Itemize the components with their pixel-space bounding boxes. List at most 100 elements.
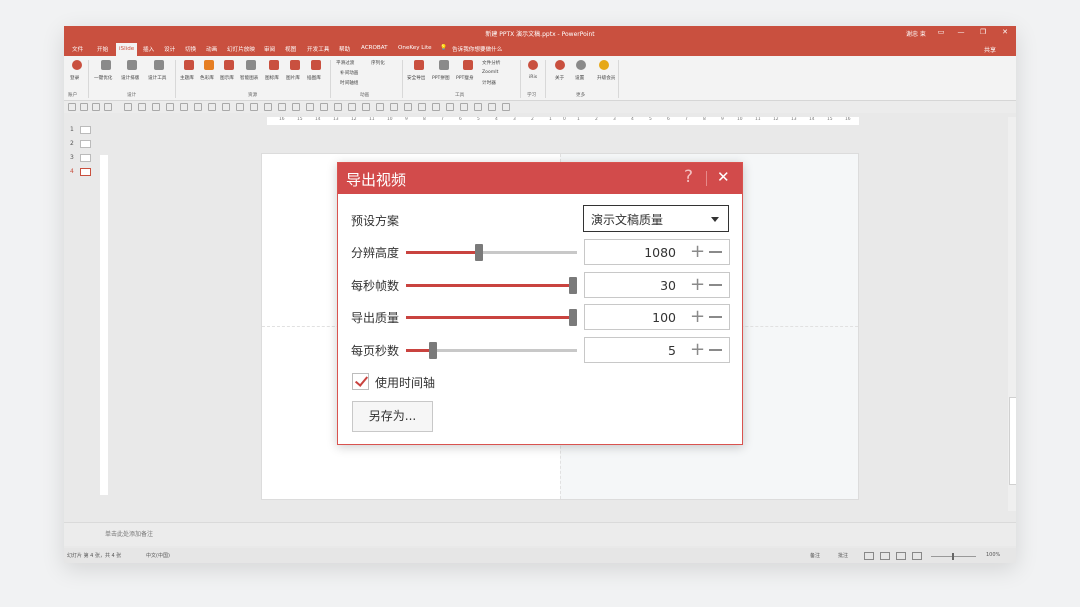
close-window-icon[interactable]: ✕ <box>998 28 1012 36</box>
slider-handle[interactable] <box>569 309 577 326</box>
toolbar-icon[interactable] <box>250 103 258 111</box>
toolbar-icon[interactable] <box>208 103 216 111</box>
tab-acrobat[interactable]: ACROBAT <box>361 45 388 51</box>
iris-icon[interactable] <box>528 60 538 70</box>
share-button[interactable]: 共享 <box>984 45 996 54</box>
ppt-collage-label[interactable]: PPT拼图 <box>432 75 450 81</box>
settings-label[interactable]: 设置 <box>575 75 584 81</box>
slide-sorter-icon[interactable] <box>880 552 890 560</box>
fps-stepper[interactable]: 30 + <box>584 272 730 298</box>
tab-slideshow[interactable]: 幻灯片放映 <box>227 45 255 53</box>
slide-thumbnail[interactable] <box>80 154 91 162</box>
resolution-slider[interactable] <box>406 244 577 261</box>
use-timeline-checkbox[interactable] <box>352 373 369 390</box>
seconds-per-slide-slider[interactable] <box>406 342 577 359</box>
zoom-slider-thumb[interactable] <box>952 553 954 560</box>
minimize-icon[interactable]: — <box>954 28 968 36</box>
zoomit-button[interactable]: ZoomIt <box>482 70 498 75</box>
slider-handle[interactable] <box>475 244 483 261</box>
toolbar-icon[interactable] <box>236 103 244 111</box>
diagram-library-label[interactable]: 图示库 <box>220 75 234 81</box>
slider-handle[interactable] <box>429 342 437 359</box>
restore-icon[interactable]: ❐ <box>976 28 990 36</box>
smooth-transition-button[interactable]: 平滑过渡 <box>336 60 354 66</box>
tab-transitions[interactable]: 切换 <box>185 45 196 53</box>
slideshow-icon[interactable] <box>912 552 922 560</box>
minus-icon[interactable] <box>709 251 722 253</box>
fps-slider[interactable] <box>406 277 577 294</box>
design-tools-label[interactable]: 设计工具 <box>148 75 166 81</box>
tab-help[interactable]: 帮助 <box>339 45 350 53</box>
toolbar-icon[interactable] <box>320 103 328 111</box>
plus-icon[interactable]: + <box>690 241 705 262</box>
tab-view[interactable]: 视图 <box>285 45 296 53</box>
toolbar-icon[interactable] <box>306 103 314 111</box>
iris-label[interactable]: iRis <box>529 75 537 80</box>
toolbar-icon[interactable] <box>474 103 482 111</box>
slide-thumbnail-selected[interactable] <box>80 168 91 176</box>
toolbar-icon[interactable] <box>138 103 146 111</box>
ppt-slim-icon[interactable] <box>463 60 473 70</box>
fps-value[interactable]: 30 <box>660 278 676 293</box>
theme-library-label[interactable]: 主题库 <box>180 75 194 81</box>
layout-icon[interactable] <box>127 60 137 70</box>
toolbar-icon[interactable] <box>376 103 384 111</box>
safe-export-label[interactable]: 安全导出 <box>407 75 425 81</box>
plus-icon[interactable]: + <box>690 339 705 360</box>
layout-label[interactable]: 设计排版 <box>121 75 139 81</box>
reading-view-icon[interactable] <box>896 552 906 560</box>
language-indicator[interactable]: 中文(中国) <box>146 552 170 559</box>
color-library-icon[interactable] <box>204 60 214 70</box>
tell-me-search[interactable]: 告诉我你想要做什么 <box>452 45 502 53</box>
ribbon-display-icon[interactable]: ▭ <box>934 28 948 36</box>
upgrade-label[interactable]: 升级会员 <box>597 75 615 81</box>
slide-thumbnail[interactable] <box>80 126 91 134</box>
comments-toggle[interactable]: 批注 <box>838 552 848 559</box>
ppt-slim-label[interactable]: PPT瘦身 <box>456 75 474 81</box>
help-icon[interactable]: ? <box>684 167 693 187</box>
close-icon[interactable]: ✕ <box>717 168 730 186</box>
toolbar-icon[interactable] <box>278 103 286 111</box>
theme-library-icon[interactable] <box>184 60 194 70</box>
scrollbar-thumb[interactable] <box>1009 397 1016 485</box>
ppt-collage-icon[interactable] <box>439 60 449 70</box>
slide-thumbnail[interactable] <box>80 140 91 148</box>
optimize-icon[interactable] <box>101 60 111 70</box>
about-label[interactable]: 关于 <box>555 75 564 81</box>
toolbar-icon[interactable] <box>166 103 174 111</box>
toolbar-icon[interactable] <box>390 103 398 111</box>
toolbar-icon[interactable] <box>80 103 88 111</box>
toolbar-icon[interactable] <box>104 103 112 111</box>
minus-icon[interactable] <box>709 284 722 286</box>
illustration-library-icon[interactable] <box>311 60 321 70</box>
image-library-label[interactable]: 图片库 <box>286 75 300 81</box>
toolbar-icon[interactable] <box>418 103 426 111</box>
upgrade-icon[interactable] <box>599 60 609 70</box>
tab-review[interactable]: 审阅 <box>264 45 275 53</box>
timeline-group-button[interactable]: 时间轴组 <box>340 80 358 86</box>
tab-insert[interactable]: 插入 <box>143 45 154 53</box>
plus-icon[interactable]: + <box>690 306 705 327</box>
color-library-label[interactable]: 色彩库 <box>200 75 214 81</box>
user-name[interactable]: 谢忠 束 <box>906 29 926 38</box>
toolbar-icon[interactable] <box>92 103 100 111</box>
toolbar-icon[interactable] <box>446 103 454 111</box>
toolbar-icon[interactable] <box>488 103 496 111</box>
zoom-level[interactable]: 100% <box>986 552 1000 558</box>
toolbar-icon[interactable] <box>432 103 440 111</box>
file-analysis-button[interactable]: 文件分析 <box>482 60 500 66</box>
toolbar-icon[interactable] <box>264 103 272 111</box>
diagram-library-icon[interactable] <box>224 60 234 70</box>
toolbar-icon[interactable] <box>348 103 356 111</box>
minus-icon[interactable] <box>709 316 722 318</box>
serialize-button[interactable]: 序列化 <box>371 60 385 66</box>
toolbar-icon[interactable] <box>68 103 76 111</box>
quality-value[interactable]: 100 <box>652 310 676 325</box>
safe-export-icon[interactable] <box>414 60 424 70</box>
toolbar-icon[interactable] <box>334 103 342 111</box>
toolbar-icon[interactable] <box>502 103 510 111</box>
image-library-icon[interactable] <box>290 60 300 70</box>
tab-developer[interactable]: 开发工具 <box>307 45 329 53</box>
login-label[interactable]: 登录 <box>70 75 79 81</box>
about-icon[interactable] <box>555 60 565 70</box>
